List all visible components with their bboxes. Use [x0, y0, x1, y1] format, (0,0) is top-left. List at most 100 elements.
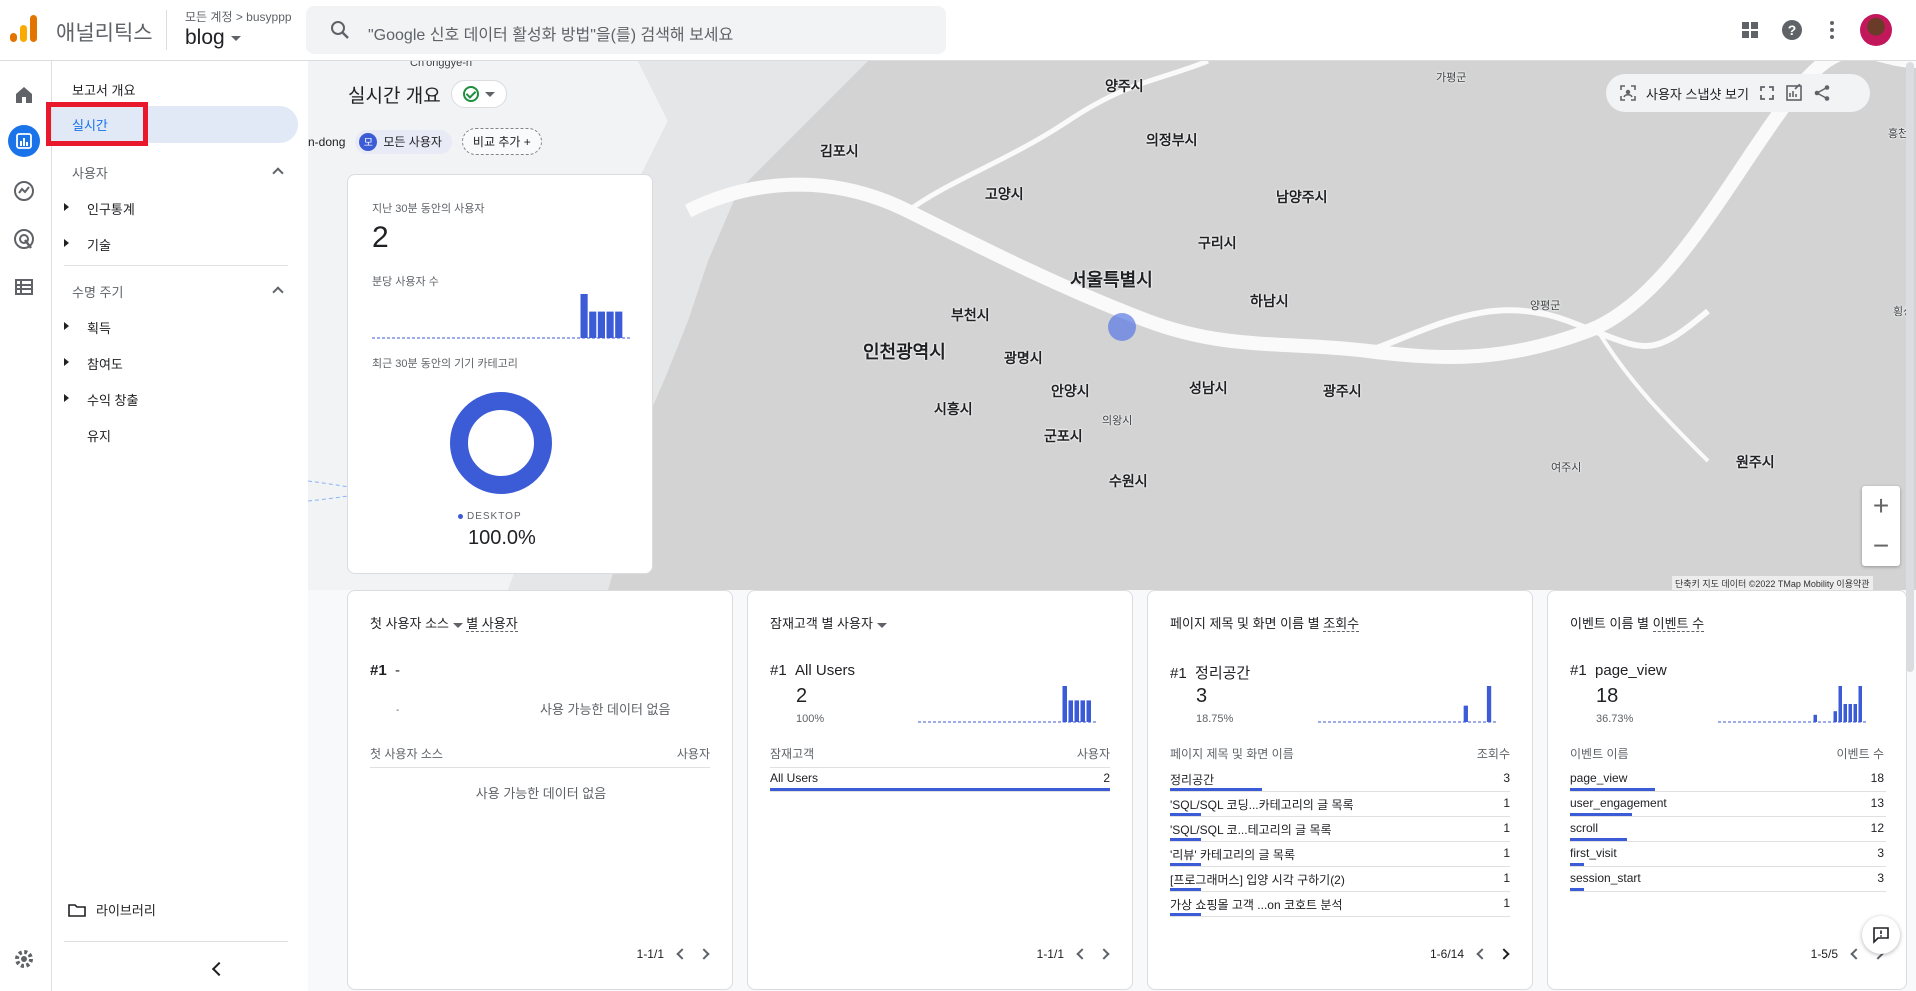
nav-section-users[interactable]: 사용자 [72, 163, 108, 182]
sparkline-bar[interactable] [1068, 700, 1074, 722]
user-avatar[interactable] [1860, 14, 1892, 46]
feedback-button[interactable] [1862, 916, 1900, 954]
analytics-logo-icon[interactable] [10, 15, 38, 45]
device-donut-chart[interactable] [449, 391, 553, 495]
sparkline-bar[interactable] [1848, 704, 1853, 722]
nav-reports-overview[interactable]: 보고서 개요 [72, 80, 135, 99]
sparkline-bar[interactable] [1486, 686, 1492, 722]
table-row-label[interactable]: 'SQL/SQL 코딩...카테고리의 글 목록 [1170, 796, 1354, 813]
table-row-label[interactable]: 'SQL/SQL 코...테고리의 글 목록 [1170, 821, 1332, 838]
prev-page-icon[interactable] [1476, 948, 1488, 960]
column-header[interactable]: 사용자 [1077, 745, 1110, 762]
sparkline-bar[interactable] [580, 294, 588, 338]
table-row-label[interactable]: first_visit [1570, 846, 1617, 860]
prev-page-icon[interactable] [1850, 948, 1862, 960]
share-icon[interactable] [1813, 84, 1831, 102]
help-icon[interactable]: ? [1780, 18, 1804, 42]
dimension-label[interactable]: 페이지 제목 및 화면 이름 별 [1170, 616, 1320, 631]
next-page-icon[interactable] [1098, 948, 1110, 960]
card-title[interactable]: 잠재고객 별 사용자 [770, 613, 887, 632]
expand-arrow-icon[interactable] [64, 239, 69, 247]
configure-list-icon[interactable] [10, 273, 38, 301]
dimension-label[interactable]: 이벤트 이름 별 [1570, 616, 1649, 631]
sparkline-bar[interactable] [1086, 700, 1092, 722]
page-scrollbar[interactable] [1906, 62, 1914, 672]
sparkline-bar[interactable] [1843, 704, 1848, 722]
column-header[interactable]: 이벤트 수 [1837, 745, 1885, 762]
chevron-up-icon[interactable] [272, 286, 284, 298]
chevron-up-icon[interactable] [272, 167, 284, 179]
table-row-label[interactable]: '리뷰' 카테고리의 글 목록 [1170, 846, 1295, 863]
metric-selector[interactable]: 조회수 [1323, 616, 1360, 632]
sparkline-bar[interactable] [1463, 705, 1468, 722]
nav-library[interactable]: 라이브러리 [68, 900, 156, 919]
sparkline-bar[interactable] [1080, 700, 1086, 722]
active-user-marker[interactable] [1108, 313, 1136, 341]
nav-acquisition[interactable]: 획득 [87, 318, 111, 337]
apps-grid-icon[interactable] [1738, 18, 1762, 42]
table-row-label[interactable]: All Users [770, 771, 818, 785]
nav-retention[interactable]: 유지 [87, 426, 111, 445]
table-row-label[interactable]: user_engagement [1570, 796, 1667, 810]
map-attribution[interactable]: 단축키 지도 데이터 ©2022 TMap Mobility 이용약관 [1672, 576, 1873, 591]
sparkline-bar[interactable] [1074, 700, 1080, 722]
next-page-icon[interactable] [698, 948, 710, 960]
table-row-label[interactable]: 정리공간 [1170, 771, 1214, 788]
zoom-out-button[interactable]: − [1862, 526, 1900, 566]
event-count-sparkline[interactable] [1718, 683, 1868, 723]
nav-tech[interactable]: 기술 [87, 235, 111, 254]
customize-report-icon[interactable] [1785, 84, 1803, 102]
collapse-nav-icon[interactable] [211, 961, 227, 977]
audience-sparkline[interactable] [918, 683, 1098, 723]
column-header[interactable]: 이벤트 이름 [1570, 745, 1629, 762]
nav-demographics[interactable]: 인구통계 [87, 199, 135, 218]
table-row-label[interactable]: session_start [1570, 871, 1641, 885]
add-comparison-button[interactable]: 비교 추가 + [461, 128, 542, 155]
zoom-in-button[interactable]: + [1862, 486, 1900, 526]
metric-selector[interactable]: 별 사용자 [466, 616, 518, 632]
column-header[interactable]: 잠재고객 [770, 745, 814, 762]
expand-arrow-icon[interactable] [64, 322, 69, 330]
column-header[interactable]: 조회수 [1477, 745, 1510, 762]
sparkline-bar[interactable] [597, 311, 605, 338]
table-row-label[interactable]: [프로그래머스] 입양 시각 구하기(2) [1170, 871, 1345, 888]
metric-selector[interactable]: 이벤트 수 [1652, 616, 1705, 632]
settings-gear-icon[interactable] [10, 945, 38, 973]
sparkline-bar[interactable] [615, 311, 623, 338]
nav-section-lifecycle[interactable]: 수명 주기 [72, 282, 123, 301]
nav-monetization[interactable]: 수익 창출 [87, 390, 138, 409]
advertising-icon[interactable] [10, 225, 38, 253]
sparkline-bar[interactable] [1853, 704, 1858, 722]
more-vert-icon[interactable] [1820, 18, 1844, 42]
expand-arrow-icon[interactable] [64, 358, 69, 366]
prev-page-icon[interactable] [676, 948, 688, 960]
prev-page-icon[interactable] [1076, 948, 1088, 960]
sparkline-bar[interactable] [589, 311, 597, 338]
users-per-minute-chart[interactable] [372, 291, 632, 339]
expand-arrow-icon[interactable] [64, 203, 69, 211]
search-bar[interactable]: "Google 신호 데이터 활성화 방법"을(를) 검색해 보세요 [306, 6, 946, 54]
sparkline-bar[interactable] [606, 311, 614, 338]
sparkline-bar[interactable] [1838, 686, 1843, 722]
next-page-icon[interactable] [1498, 948, 1510, 960]
column-header[interactable]: 사용자 [677, 745, 710, 762]
property-selector[interactable]: blog [185, 26, 241, 50]
all-users-chip[interactable]: 모 모든 사용자 [355, 129, 452, 154]
home-icon[interactable] [10, 81, 38, 109]
sparkline-bar[interactable] [1858, 686, 1863, 722]
explore-icon[interactable] [10, 177, 38, 205]
sparkline-bar[interactable] [1062, 686, 1068, 722]
reports-icon[interactable] [8, 125, 40, 157]
table-row-label[interactable]: 가상 쇼핑몰 고객 ...on 코호트 분석 [1170, 896, 1343, 913]
column-header[interactable]: 페이지 제목 및 화면 이름 [1170, 745, 1294, 762]
fullscreen-icon[interactable] [1759, 85, 1775, 101]
sparkline-bar[interactable] [1833, 711, 1838, 722]
data-status-dropdown[interactable] [450, 80, 507, 108]
sparkline-bar[interactable] [1813, 714, 1818, 722]
account-breadcrumb[interactable]: 모든 계정 > busyppp [185, 8, 292, 25]
user-snapshot-button[interactable]: 사용자 스냅샷 보기 [1646, 84, 1749, 103]
dimension-selector[interactable]: 첫 사용자 소스 [370, 616, 463, 631]
page-views-sparkline[interactable] [1318, 683, 1498, 723]
nav-engagement[interactable]: 참여도 [87, 354, 123, 373]
column-header[interactable]: 첫 사용자 소스 [370, 745, 443, 762]
